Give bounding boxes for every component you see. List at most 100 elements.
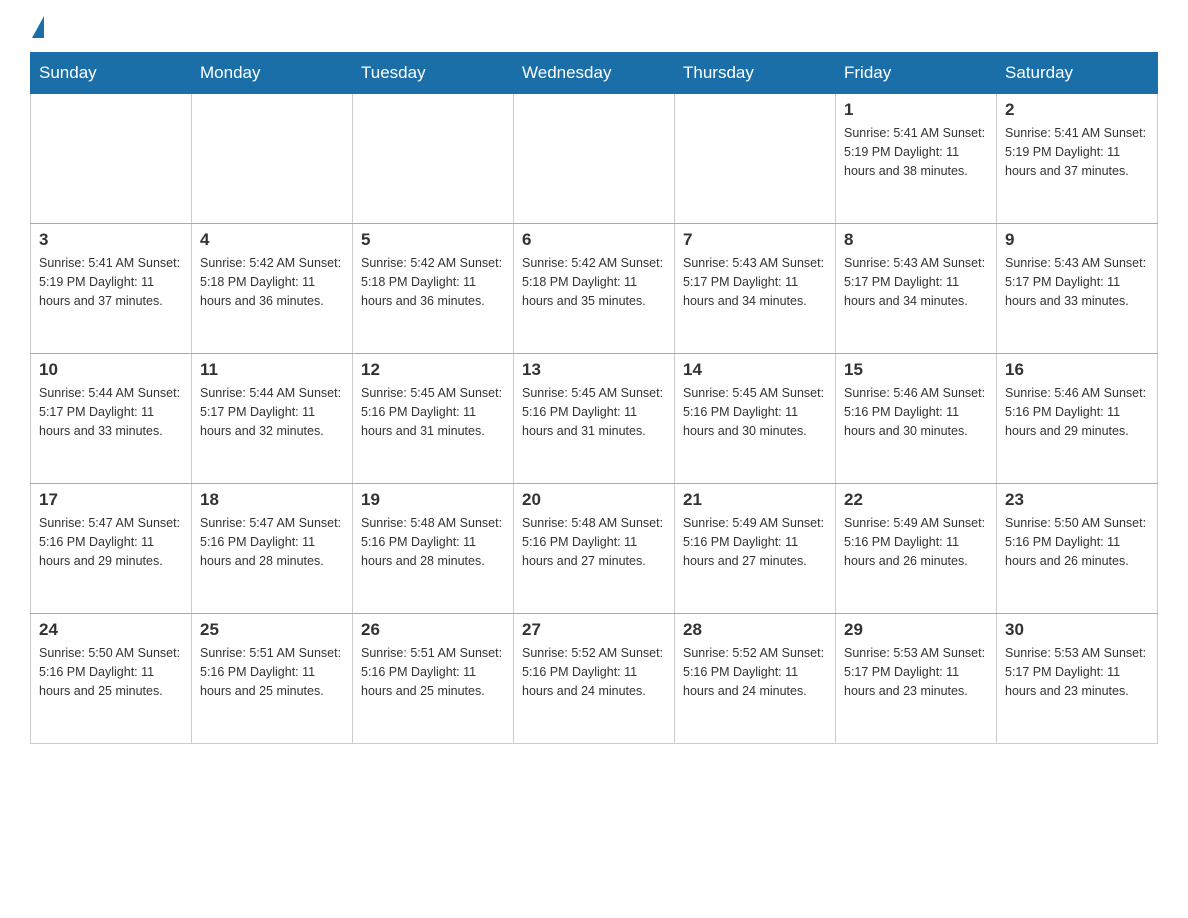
calendar-week-3: 10 Sunrise: 5:44 AM Sunset: 5:17 PM Dayli… — [31, 354, 1158, 484]
weekday-header-monday: Monday — [192, 53, 353, 94]
calendar-cell: 3 Sunrise: 5:41 AM Sunset: 5:19 PM Daylig… — [31, 224, 192, 354]
logo-top — [30, 20, 44, 38]
calendar-cell: 9 Sunrise: 5:43 AM Sunset: 5:17 PM Daylig… — [997, 224, 1158, 354]
calendar-cell: 22 Sunrise: 5:49 AM Sunset: 5:16 PM Dayli… — [836, 484, 997, 614]
weekday-header-saturday: Saturday — [997, 53, 1158, 94]
weekday-header-thursday: Thursday — [675, 53, 836, 94]
weekday-header-friday: Friday — [836, 53, 997, 94]
day-number: 3 — [39, 230, 183, 250]
calendar-cell — [192, 94, 353, 224]
day-number: 11 — [200, 360, 344, 380]
logo — [30, 20, 44, 32]
calendar-cell: 11 Sunrise: 5:44 AM Sunset: 5:17 PM Dayli… — [192, 354, 353, 484]
day-info: Sunrise: 5:45 AM Sunset: 5:16 PM Dayligh… — [522, 384, 666, 440]
logo-triangle-icon — [32, 16, 44, 38]
day-number: 8 — [844, 230, 988, 250]
calendar-cell: 5 Sunrise: 5:42 AM Sunset: 5:18 PM Daylig… — [353, 224, 514, 354]
day-number: 23 — [1005, 490, 1149, 510]
day-info: Sunrise: 5:47 AM Sunset: 5:16 PM Dayligh… — [200, 514, 344, 570]
day-info: Sunrise: 5:50 AM Sunset: 5:16 PM Dayligh… — [1005, 514, 1149, 570]
calendar-week-4: 17 Sunrise: 5:47 AM Sunset: 5:16 PM Dayli… — [31, 484, 1158, 614]
calendar-cell: 1Sunrise: 5:41 AM Sunset: 5:19 PM Daylig… — [836, 94, 997, 224]
calendar-cell: 21Sunrise: 5:49 AM Sunset: 5:16 PM Dayli… — [675, 484, 836, 614]
day-number: 27 — [522, 620, 666, 640]
day-number: 25 — [200, 620, 344, 640]
calendar-cell: 29 Sunrise: 5:53 AM Sunset: 5:17 PM Dayli… — [836, 614, 997, 744]
calendar-cell: 27 Sunrise: 5:52 AM Sunset: 5:16 PM Dayli… — [514, 614, 675, 744]
calendar-cell: 30 Sunrise: 5:53 AM Sunset: 5:17 PM Dayli… — [997, 614, 1158, 744]
calendar-cell: 19 Sunrise: 5:48 AM Sunset: 5:16 PM Dayli… — [353, 484, 514, 614]
calendar-cell — [514, 94, 675, 224]
calendar-cell: 24 Sunrise: 5:50 AM Sunset: 5:16 PM Dayli… — [31, 614, 192, 744]
day-info: Sunrise: 5:49 AM Sunset: 5:16 PM Dayligh… — [844, 514, 988, 570]
day-number: 10 — [39, 360, 183, 380]
day-number: 17 — [39, 490, 183, 510]
calendar-cell: 8 Sunrise: 5:43 AM Sunset: 5:17 PM Daylig… — [836, 224, 997, 354]
day-info: Sunrise: 5:45 AM Sunset: 5:16 PM Dayligh… — [683, 384, 827, 440]
day-number: 29 — [844, 620, 988, 640]
day-number: 4 — [200, 230, 344, 250]
day-info: Sunrise: 5:44 AM Sunset: 5:17 PM Dayligh… — [39, 384, 183, 440]
day-info: Sunrise: 5:49 AM Sunset: 5:16 PM Dayligh… — [683, 514, 827, 570]
weekday-header-sunday: Sunday — [31, 53, 192, 94]
calendar-table: SundayMondayTuesdayWednesdayThursdayFrid… — [30, 52, 1158, 744]
calendar-cell: 10 Sunrise: 5:44 AM Sunset: 5:17 PM Dayli… — [31, 354, 192, 484]
day-info: Sunrise: 5:48 AM Sunset: 5:16 PM Dayligh… — [522, 514, 666, 570]
calendar-cell: 2 Sunrise: 5:41 AM Sunset: 5:19 PM Daylig… — [997, 94, 1158, 224]
calendar-week-2: 3 Sunrise: 5:41 AM Sunset: 5:19 PM Daylig… — [31, 224, 1158, 354]
day-number: 19 — [361, 490, 505, 510]
day-number: 20 — [522, 490, 666, 510]
day-info: Sunrise: 5:52 AM Sunset: 5:16 PM Dayligh… — [522, 644, 666, 700]
calendar-cell: 14 Sunrise: 5:45 AM Sunset: 5:16 PM Dayli… — [675, 354, 836, 484]
day-info: Sunrise: 5:42 AM Sunset: 5:18 PM Dayligh… — [361, 254, 505, 310]
calendar-cell: 15Sunrise: 5:46 AM Sunset: 5:16 PM Dayli… — [836, 354, 997, 484]
calendar-cell: 28 Sunrise: 5:52 AM Sunset: 5:16 PM Dayli… — [675, 614, 836, 744]
day-info: Sunrise: 5:43 AM Sunset: 5:17 PM Dayligh… — [844, 254, 988, 310]
day-info: Sunrise: 5:41 AM Sunset: 5:19 PM Dayligh… — [1005, 124, 1149, 180]
day-number: 22 — [844, 490, 988, 510]
weekday-header-row: SundayMondayTuesdayWednesdayThursdayFrid… — [31, 53, 1158, 94]
day-info: Sunrise: 5:53 AM Sunset: 5:17 PM Dayligh… — [1005, 644, 1149, 700]
calendar-cell: 12Sunrise: 5:45 AM Sunset: 5:16 PM Dayli… — [353, 354, 514, 484]
day-info: Sunrise: 5:46 AM Sunset: 5:16 PM Dayligh… — [1005, 384, 1149, 440]
calendar-cell: 4 Sunrise: 5:42 AM Sunset: 5:18 PM Daylig… — [192, 224, 353, 354]
day-number: 24 — [39, 620, 183, 640]
day-number: 12 — [361, 360, 505, 380]
day-number: 26 — [361, 620, 505, 640]
day-info: Sunrise: 5:43 AM Sunset: 5:17 PM Dayligh… — [683, 254, 827, 310]
calendar-cell: 25Sunrise: 5:51 AM Sunset: 5:16 PM Dayli… — [192, 614, 353, 744]
calendar-cell: 26 Sunrise: 5:51 AM Sunset: 5:16 PM Dayli… — [353, 614, 514, 744]
day-info: Sunrise: 5:53 AM Sunset: 5:17 PM Dayligh… — [844, 644, 988, 700]
day-number: 28 — [683, 620, 827, 640]
day-number: 2 — [1005, 100, 1149, 120]
calendar-cell: 6Sunrise: 5:42 AM Sunset: 5:18 PM Daylig… — [514, 224, 675, 354]
day-number: 7 — [683, 230, 827, 250]
day-info: Sunrise: 5:44 AM Sunset: 5:17 PM Dayligh… — [200, 384, 344, 440]
calendar-cell: 23 Sunrise: 5:50 AM Sunset: 5:16 PM Dayli… — [997, 484, 1158, 614]
day-info: Sunrise: 5:42 AM Sunset: 5:18 PM Dayligh… — [200, 254, 344, 310]
day-number: 18 — [200, 490, 344, 510]
day-info: Sunrise: 5:41 AM Sunset: 5:19 PM Dayligh… — [39, 254, 183, 310]
day-info: Sunrise: 5:41 AM Sunset: 5:19 PM Dayligh… — [844, 124, 988, 180]
day-info: Sunrise: 5:43 AM Sunset: 5:17 PM Dayligh… — [1005, 254, 1149, 310]
day-info: Sunrise: 5:52 AM Sunset: 5:16 PM Dayligh… — [683, 644, 827, 700]
day-info: Sunrise: 5:46 AM Sunset: 5:16 PM Dayligh… — [844, 384, 988, 440]
weekday-header-tuesday: Tuesday — [353, 53, 514, 94]
calendar-week-1: 1Sunrise: 5:41 AM Sunset: 5:19 PM Daylig… — [31, 94, 1158, 224]
calendar-cell — [675, 94, 836, 224]
calendar-cell — [353, 94, 514, 224]
calendar-cell: 17Sunrise: 5:47 AM Sunset: 5:16 PM Dayli… — [31, 484, 192, 614]
day-number: 6 — [522, 230, 666, 250]
calendar-cell: 13Sunrise: 5:45 AM Sunset: 5:16 PM Dayli… — [514, 354, 675, 484]
day-number: 5 — [361, 230, 505, 250]
weekday-header-wednesday: Wednesday — [514, 53, 675, 94]
day-number: 30 — [1005, 620, 1149, 640]
day-info: Sunrise: 5:51 AM Sunset: 5:16 PM Dayligh… — [361, 644, 505, 700]
day-info: Sunrise: 5:50 AM Sunset: 5:16 PM Dayligh… — [39, 644, 183, 700]
day-info: Sunrise: 5:48 AM Sunset: 5:16 PM Dayligh… — [361, 514, 505, 570]
calendar-cell — [31, 94, 192, 224]
day-number: 9 — [1005, 230, 1149, 250]
calendar-week-5: 24 Sunrise: 5:50 AM Sunset: 5:16 PM Dayli… — [31, 614, 1158, 744]
day-number: 14 — [683, 360, 827, 380]
calendar-cell: 18 Sunrise: 5:47 AM Sunset: 5:16 PM Dayli… — [192, 484, 353, 614]
